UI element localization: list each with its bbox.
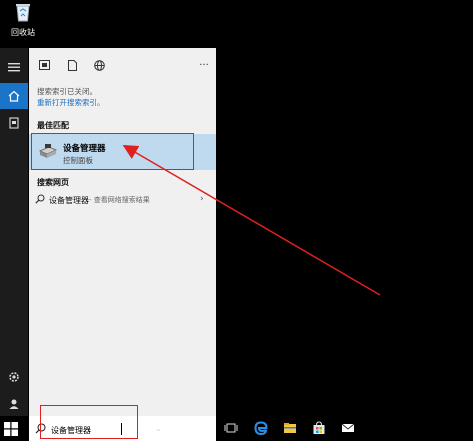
annotation-arrow	[122, 144, 381, 296]
